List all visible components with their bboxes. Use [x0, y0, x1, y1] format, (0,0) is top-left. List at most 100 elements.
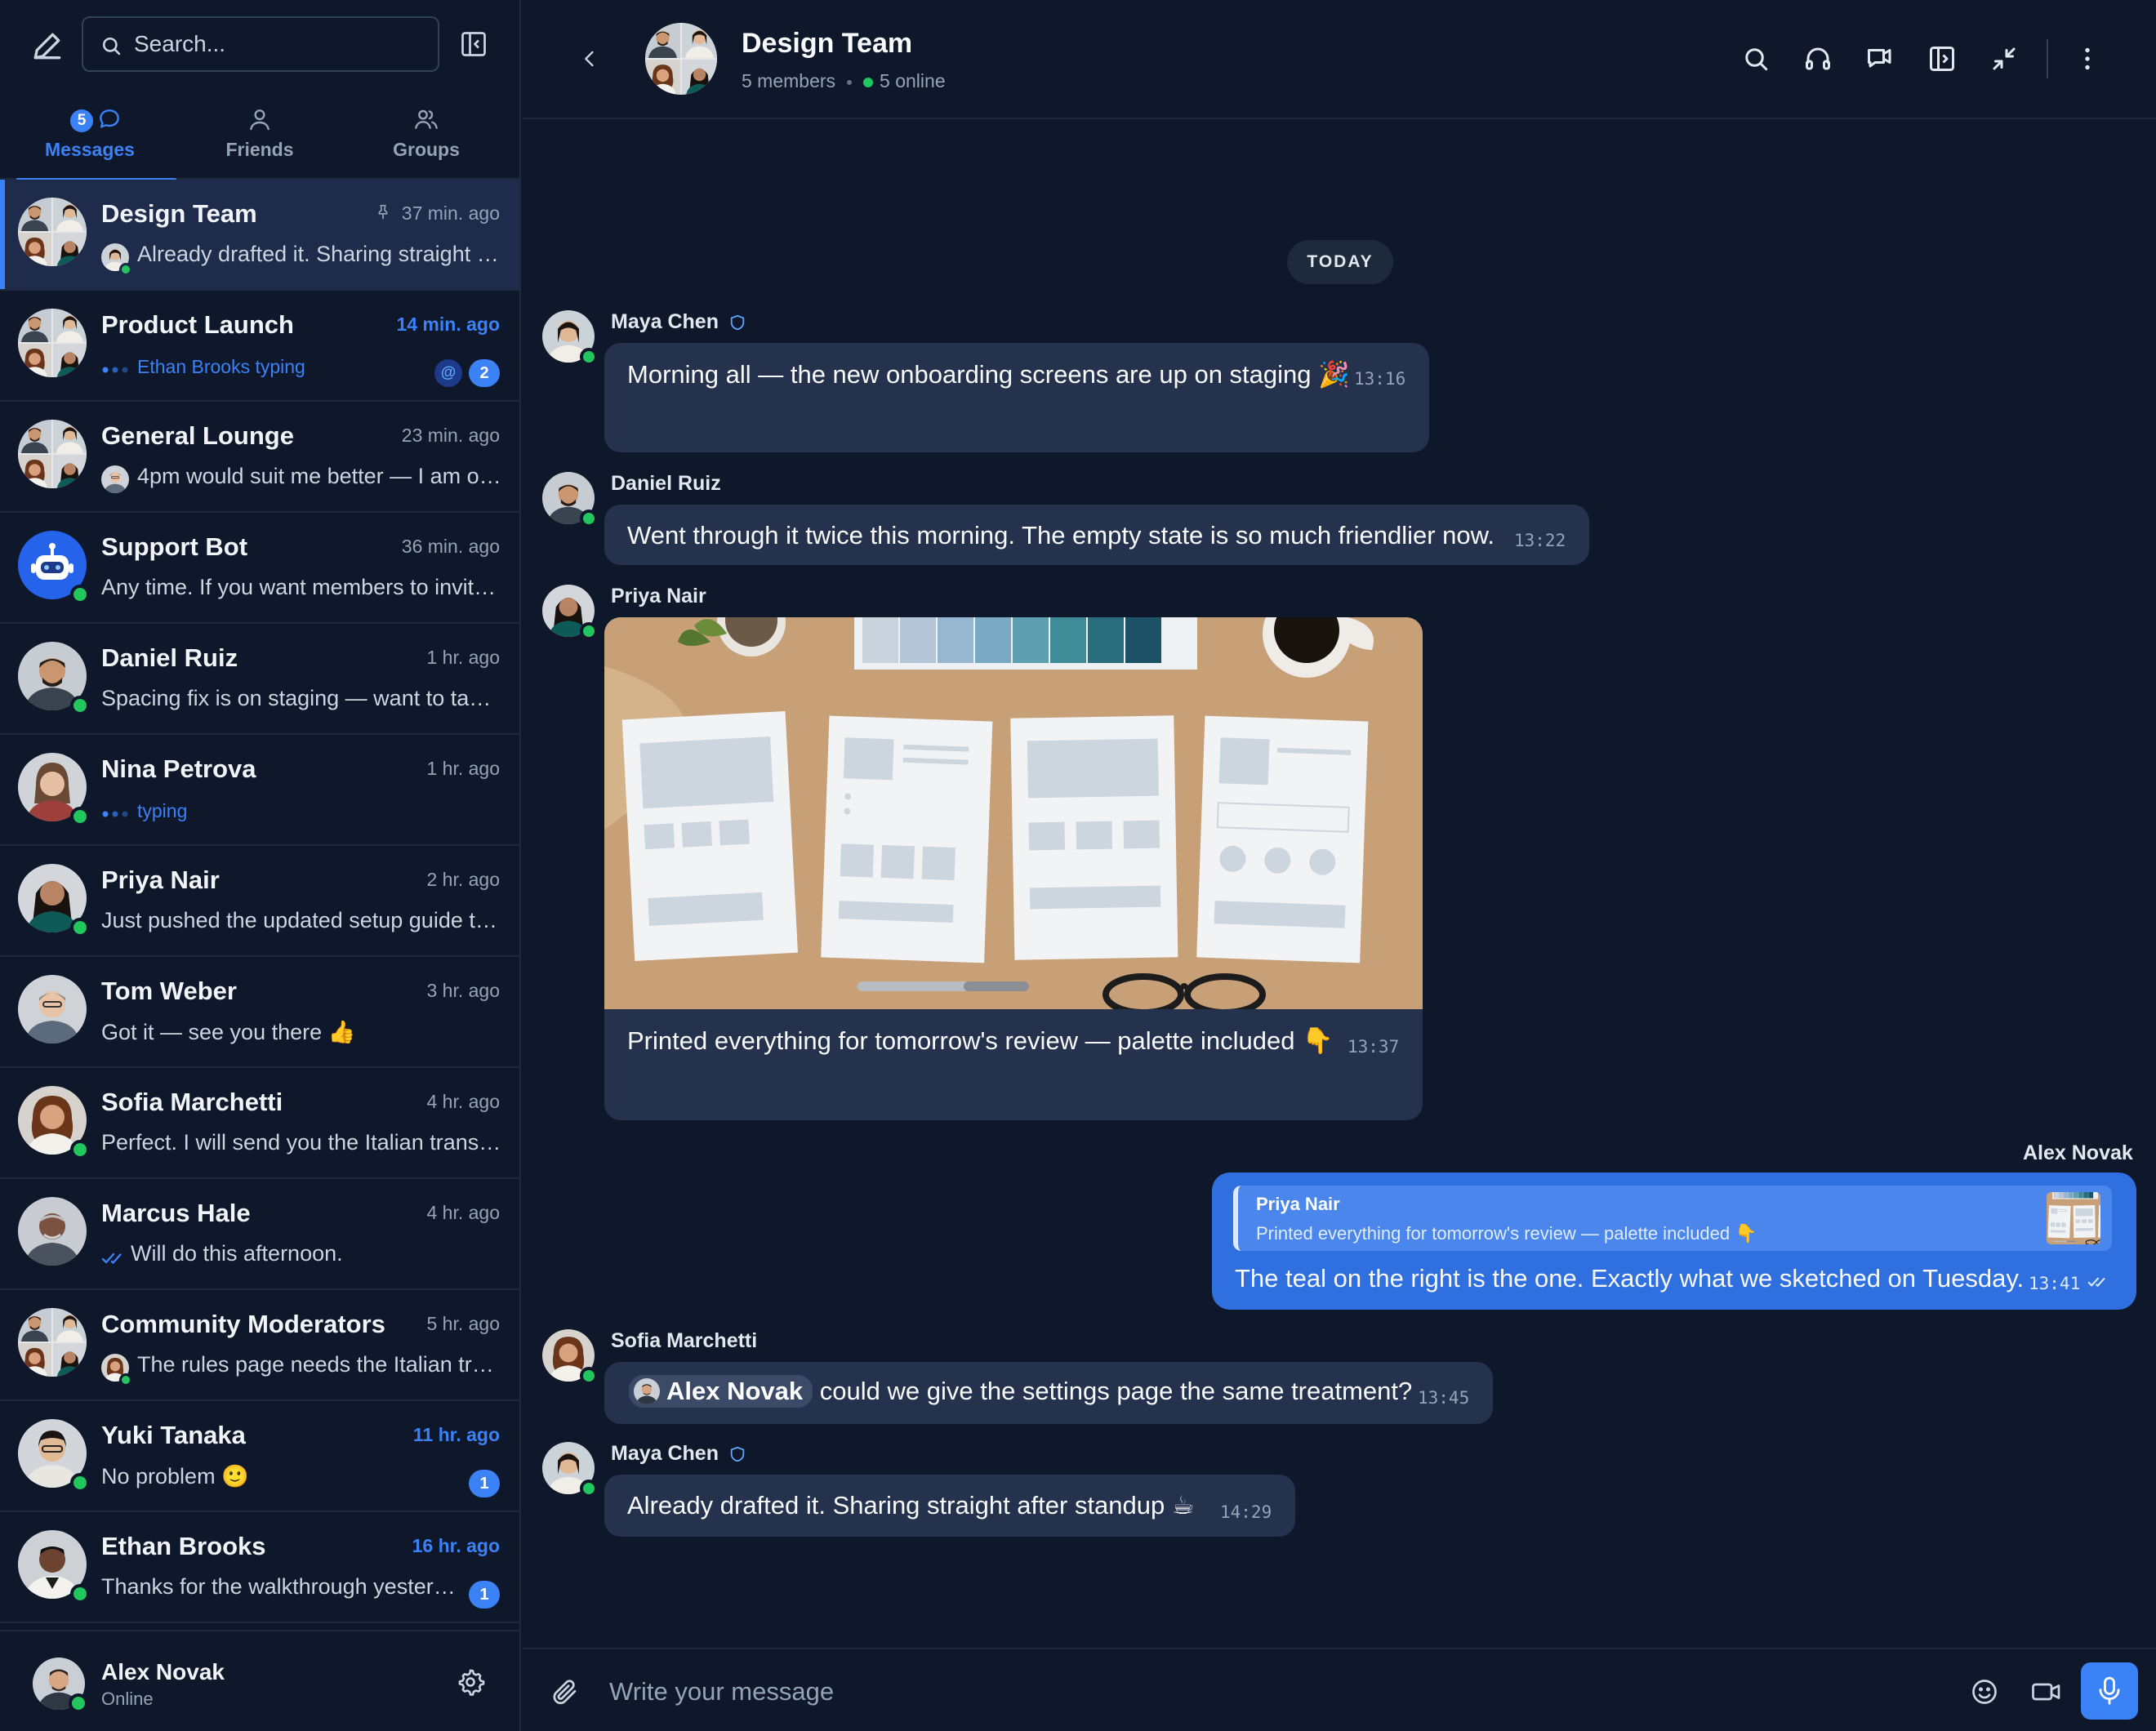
- attached-photo[interactable]: [604, 617, 1423, 1009]
- conversation-item[interactable]: Support Bot 36 min. ago Any time. If you…: [0, 513, 519, 624]
- image-message-bubble[interactable]: Printed everything for tomorrow's review…: [604, 617, 1423, 1120]
- message-bubble[interactable]: Already drafted it. Sharing straight aft…: [604, 1475, 1295, 1537]
- conversation-preview: The rules page needs the Italian transla…: [137, 1352, 501, 1377]
- own-message-bubble[interactable]: Priya Nair Printed everything for tomorr…: [1212, 1173, 2136, 1310]
- user-mention[interactable]: Alex Novak: [629, 1375, 813, 1408]
- video-chat-icon[interactable]: [1865, 44, 1895, 73]
- video-camera-icon[interactable]: [2030, 1677, 2063, 1707]
- reply-thumbnail: [2047, 1192, 2100, 1244]
- message-text: Printed everything for tomorrow's review…: [627, 1026, 1334, 1055]
- conversation-time: 5 hr. ago: [426, 1313, 500, 1334]
- online-indicator: [580, 1480, 598, 1497]
- date-separator: TODAY: [1287, 240, 1393, 284]
- sender-name: Maya Chen: [611, 310, 719, 333]
- side-panel-icon[interactable]: [1927, 44, 1957, 73]
- message-bubble[interactable]: Alex Novak could we give the settings pa…: [604, 1362, 1493, 1424]
- unread-badge: 1: [469, 1470, 500, 1497]
- tab-label: Groups: [393, 139, 460, 160]
- conversation-time: 36 min. ago: [401, 536, 500, 557]
- chat-bubble-icon: [100, 109, 119, 128]
- message-text: Morning all — the new onboarding screens…: [627, 360, 1350, 389]
- conversation-item[interactable]: Ethan Brooks 16 hr. ago Thanks for the w…: [0, 1512, 519, 1623]
- sidebar-tabs: 5 Messages Friends Groups: [0, 88, 519, 181]
- search-icon[interactable]: [1741, 44, 1771, 73]
- online-indicator: [119, 263, 132, 276]
- conversation-item[interactable]: Priya Nair 2 hr. ago Just pushed the upd…: [0, 846, 519, 957]
- conversation-name: Community Moderators: [101, 1310, 385, 1338]
- conversation-time: 1 hr. ago: [426, 647, 500, 668]
- mention-badge: @: [434, 359, 462, 387]
- voice-record-button[interactable]: [2081, 1662, 2138, 1720]
- typing-dots-icon: [102, 367, 128, 373]
- gear-icon[interactable]: [456, 1667, 485, 1697]
- conversation-name: Sofia Marchetti: [101, 1088, 283, 1116]
- person-icon: [250, 109, 270, 131]
- message-time: 13:22: [1514, 531, 1566, 550]
- group-avatar: [18, 309, 87, 377]
- pin-icon: [378, 204, 388, 220]
- compose-icon[interactable]: [29, 28, 65, 64]
- message-sender: Alex Novak: [2023, 1141, 2133, 1164]
- conversation-time: 14 min. ago: [396, 314, 500, 335]
- sidebar: 5 Messages Friends Groups Design Team 37…: [0, 0, 521, 1731]
- search-box[interactable]: [82, 16, 439, 72]
- tab-groups[interactable]: Groups: [343, 88, 510, 180]
- tab-friends[interactable]: Friends: [176, 88, 343, 180]
- emoji-icon[interactable]: [1970, 1677, 1999, 1707]
- unread-badge: 2: [469, 359, 500, 387]
- online-indicator: [70, 1473, 90, 1493]
- collapse-sidebar-icon[interactable]: [459, 29, 488, 59]
- conversation-item[interactable]: Daniel Ruiz 1 hr. ago Spacing fix is on …: [0, 624, 519, 735]
- paperclip-icon[interactable]: [550, 1677, 580, 1707]
- online-count: 5 online: [880, 70, 946, 91]
- message-time: 14:29: [1220, 1502, 1272, 1522]
- conversation-preview: Will do this afternoon.: [131, 1241, 343, 1266]
- chevron-left-icon[interactable]: [578, 47, 601, 70]
- conversation-item[interactable]: Sofia Marchetti 4 hr. ago Perfect. I wil…: [0, 1068, 519, 1179]
- conversation-item[interactable]: Yuki Tanaka 11 hr. ago No problem 🙂 1: [0, 1401, 519, 1512]
- search-input[interactable]: [134, 18, 428, 70]
- message-sender: Sofia Marchetti: [611, 1329, 758, 1352]
- minimize-icon[interactable]: [1989, 44, 2019, 73]
- chat-panel: Design Team 5 members 5 online TODAY Maya…: [523, 0, 2156, 1731]
- chat-header: Design Team 5 members 5 online: [523, 0, 2156, 119]
- conversation-item[interactable]: General Lounge 23 min. ago 4pm would sui…: [0, 402, 519, 513]
- conversation-item[interactable]: Product Launch 14 min. ago Ethan Brooks …: [0, 291, 519, 402]
- message-text: Alex Novak could we give the settings pa…: [629, 1375, 1412, 1408]
- message-sender: Daniel Ruiz: [611, 472, 721, 495]
- tab-messages[interactable]: 5 Messages: [7, 88, 176, 181]
- conversation-item[interactable]: Tom Weber 3 hr. ago Got it — see you the…: [0, 957, 519, 1068]
- unread-badge: 1: [469, 1581, 500, 1609]
- conversation-time: 37 min. ago: [401, 202, 500, 224]
- conversation-name: Tom Weber: [101, 977, 237, 1005]
- group-avatar: [18, 198, 87, 266]
- conversation-name: Yuki Tanaka: [101, 1421, 246, 1449]
- current-user-name: Alex Novak: [101, 1659, 225, 1684]
- message-time: 13:16: [1354, 369, 1406, 389]
- message-input[interactable]: [609, 1666, 1638, 1718]
- conversation-time: 23 min. ago: [401, 425, 500, 446]
- conversation-item[interactable]: Community Moderators 5 hr. ago The rules…: [0, 1290, 519, 1401]
- conversation-item[interactable]: Nina Petrova 1 hr. ago typing: [0, 735, 519, 846]
- conversation-item[interactable]: Marcus Hale 4 hr. ago Will do this after…: [0, 1179, 519, 1290]
- message-body: could we give the settings page the same…: [819, 1377, 1413, 1405]
- message-bubble[interactable]: Morning all — the new onboarding screens…: [604, 343, 1429, 452]
- online-indicator: [70, 918, 90, 937]
- last-sender-avatar: [101, 465, 129, 493]
- message-bubble[interactable]: Went through it twice this morning. The …: [604, 505, 1589, 565]
- message-text: The teal on the right is the one. Exactl…: [1235, 1264, 2025, 1293]
- conversation-name: Product Launch: [101, 310, 294, 339]
- current-user-status: Online: [101, 1689, 154, 1709]
- online-indicator: [69, 1693, 88, 1713]
- message-composer: [523, 1648, 2156, 1731]
- sidebar-toolbar: [0, 0, 519, 88]
- more-vertical-icon[interactable]: [2073, 44, 2102, 73]
- conversation-name: Daniel Ruiz: [101, 643, 238, 672]
- reply-preview[interactable]: Priya Nair Printed everything for tomorr…: [1233, 1186, 2112, 1251]
- message-sender: Priya Nair: [611, 585, 706, 607]
- headphones-icon[interactable]: [1803, 44, 1833, 73]
- conversation-item[interactable]: Design Team 37 min. ago Already drafted …: [0, 180, 519, 291]
- group-avatar[interactable]: [645, 23, 717, 95]
- conversation-preview: Perfect. I will send you the Italian tra…: [101, 1130, 501, 1155]
- separator-dot: [847, 79, 853, 85]
